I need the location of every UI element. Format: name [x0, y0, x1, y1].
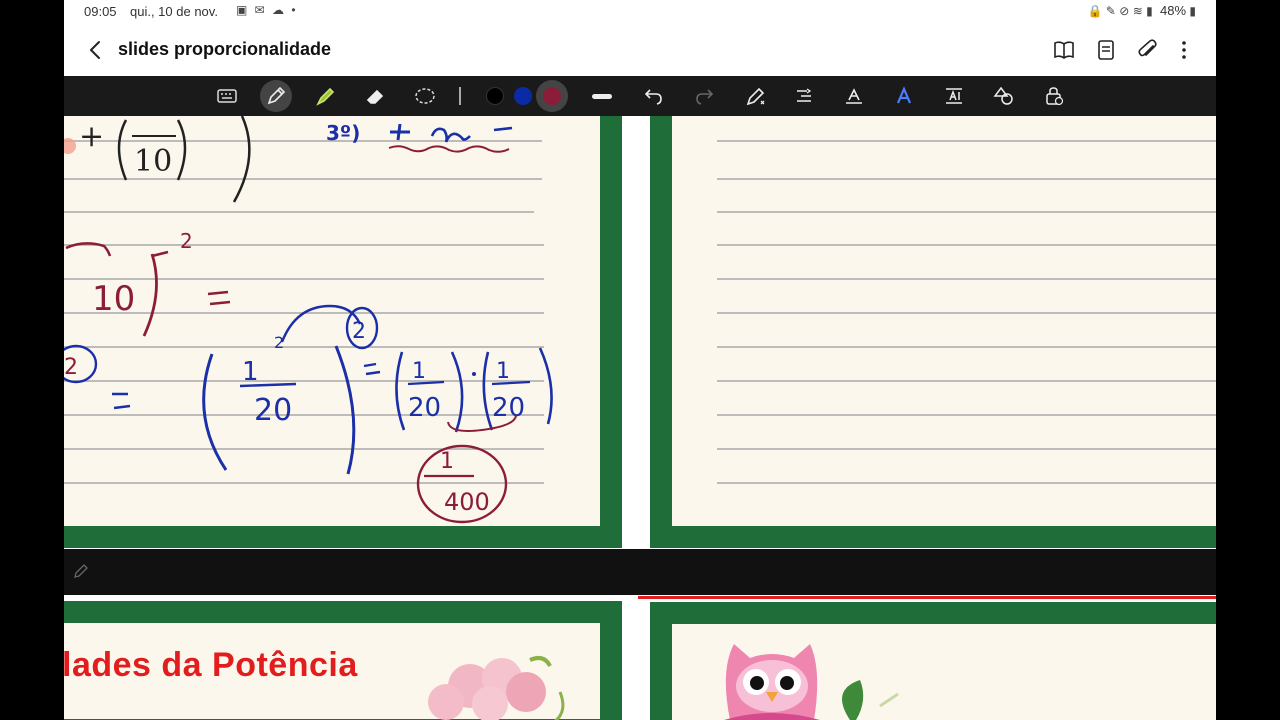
paperclip-icon	[1138, 39, 1157, 57]
lasso-tool[interactable]	[413, 84, 437, 108]
app-window: 09:05 qui., 10 de nov. ▣ ✉ ☁ • 🔒 ✎ ⊘ ≋ ▮…	[64, 0, 1216, 720]
shapes-button[interactable]	[992, 84, 1016, 108]
keyboard-icon	[217, 89, 237, 103]
text-box-button[interactable]	[942, 84, 966, 108]
twenty-denominator-2: 20	[408, 393, 441, 423]
more-vertical-icon	[1182, 41, 1186, 59]
exponent-two-small: 2	[274, 333, 284, 352]
status-time: 09:05	[84, 4, 117, 19]
page-divider-strip	[64, 549, 1216, 595]
highlighter-tool[interactable]	[313, 84, 337, 108]
notification-icons: ▣ ✉ ☁ •	[236, 3, 298, 17]
color-black-swatch[interactable]	[486, 87, 504, 105]
slide-heading: lades da Potência	[64, 646, 358, 684]
battery-level: 48%	[1160, 3, 1187, 18]
lasso-icon	[415, 88, 435, 104]
circled-two-exponent: 2	[352, 319, 366, 344]
handwriting-icon	[846, 88, 862, 104]
shapes-icon	[993, 86, 1013, 105]
twenty-denominator: 20	[254, 393, 292, 428]
eraser-tool[interactable]	[363, 84, 387, 108]
pen-toolbar	[64, 76, 1216, 116]
system-icons: 🔒 ✎ ⊘ ≋ ▮ 48% ▮	[1087, 3, 1196, 18]
attach-button[interactable]	[1134, 36, 1162, 64]
keyboard-tool[interactable]	[215, 84, 239, 108]
plus-sign: +	[79, 119, 104, 154]
eraser-icon	[366, 89, 384, 104]
stroke-width-icon	[592, 94, 612, 99]
lock-icon	[1046, 87, 1064, 106]
one-numerator-2: 1	[412, 359, 426, 384]
text-align-button[interactable]	[792, 84, 816, 108]
highlighter-icon	[316, 87, 335, 106]
one-numerator-3: 1	[496, 359, 510, 384]
toolbar-divider	[459, 87, 461, 105]
page-title: slides proporcionalidade	[118, 39, 332, 59]
pen-settings-button[interactable]	[744, 84, 768, 108]
text-style-icon	[896, 86, 912, 104]
flower-illustration	[428, 656, 565, 720]
stroke-width-tool[interactable]	[590, 84, 614, 108]
chevron-left-icon	[90, 41, 100, 59]
title-bar: slides proporcionalidade	[64, 24, 1216, 76]
handwriting-button[interactable]	[842, 84, 866, 108]
note-canvas[interactable]: + 10 3º) 10 2 2 1 20 2 2 1 20 1 20 1 400…	[64, 116, 1216, 720]
circled-two-left: 2	[64, 355, 78, 380]
text-align-icon	[797, 88, 812, 102]
document-icon	[1098, 40, 1114, 60]
book-view-button[interactable]	[1050, 36, 1078, 64]
text-style-button[interactable]	[892, 84, 916, 108]
lock-button[interactable]	[1042, 84, 1066, 108]
owl-illustration	[724, 644, 899, 720]
status-bar: 09:05 qui., 10 de nov. ▣ ✉ ☁ • 🔒 ✎ ⊘ ≋ ▮…	[64, 0, 1216, 24]
ten-denominator: 10	[134, 144, 172, 179]
text-box-icon	[946, 88, 962, 104]
eraser-cursor	[64, 138, 76, 154]
undo-icon	[644, 89, 662, 105]
step-three-label: 3º)	[326, 121, 360, 145]
pen-icon	[267, 86, 286, 105]
four-hundred-result: 400	[444, 488, 490, 516]
ten-base: 10	[92, 279, 135, 319]
page-boundary-line	[638, 596, 1216, 599]
color-maroon-swatch	[543, 87, 561, 105]
exponent-two: 2	[180, 229, 193, 253]
redo-button[interactable]	[692, 84, 716, 108]
handwriting-layer: + 10 3º) 10 2 2 1 20 2 2 1 20 1 20 1 400	[64, 116, 553, 524]
pen-tool[interactable]	[260, 80, 292, 112]
color-selected-ring[interactable]	[536, 80, 568, 112]
redo-icon	[696, 89, 714, 105]
more-button[interactable]	[1170, 36, 1198, 64]
one-numerator: 1	[242, 357, 259, 387]
pen-indicator-icon	[74, 564, 88, 578]
color-blue-swatch[interactable]	[514, 87, 532, 105]
page-list-button[interactable]	[1092, 36, 1120, 64]
twenty-denominator-3: 20	[492, 393, 525, 423]
one-result-numerator: 1	[440, 449, 454, 474]
book-icon	[1054, 41, 1074, 59]
status-date: qui., 10 de nov.	[130, 4, 218, 19]
pen-settings-icon	[746, 87, 765, 106]
back-button[interactable]	[82, 36, 110, 64]
undo-button[interactable]	[642, 84, 666, 108]
